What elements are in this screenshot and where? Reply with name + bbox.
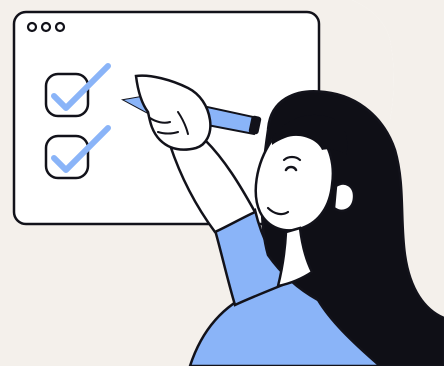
illustration-svg: [0, 0, 444, 366]
person-ear: [332, 182, 356, 212]
illustration-scene: [0, 0, 444, 366]
